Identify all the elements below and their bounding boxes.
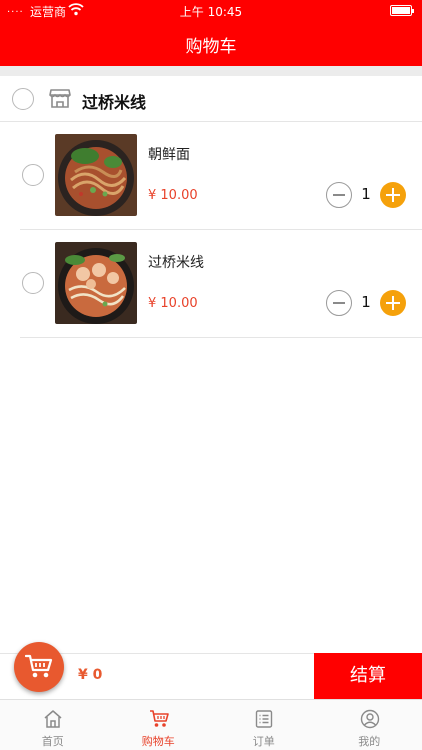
section-divider [0,66,422,76]
cart-item: 过桥米线 ¥ 10.00 1 [0,230,422,338]
item-name: 朝鲜面 [148,147,190,163]
tab-label: 订单 [252,735,275,748]
tab-mine[interactable]: 我的 [317,700,422,750]
tab-cart[interactable]: 购物车 [106,700,212,750]
total-price: ¥ 0 [78,667,103,683]
home-icon [44,710,62,728]
tab-label: 购物车 [141,735,175,748]
battery-icon [390,5,414,16]
item-quantity: 1 [361,293,371,311]
product-image [55,134,137,216]
cart-item: 朝鲜面 ¥ 10.00 1 [0,122,422,230]
decrease-quantity-button[interactable] [326,182,352,208]
cart-float-button[interactable] [14,642,64,692]
item-name: 过桥米线 [148,255,204,271]
cart-icon [149,710,169,727]
increase-quantity-button[interactable] [380,182,406,208]
header: .... 运营商 上午 10:45 购物车 [0,0,422,66]
tab-label: 我的 [358,735,381,748]
item-price: ¥ 10.00 [148,296,198,311]
user-icon [360,709,379,729]
shop-row: 过桥米线 [0,76,422,122]
decrease-quantity-button[interactable] [326,290,352,316]
tab-home[interactable]: 首页 [0,700,106,750]
cart-icon [25,654,53,678]
item-select-radio[interactable] [22,164,44,186]
increase-quantity-button[interactable] [380,290,406,316]
shop-icon [49,89,71,108]
settle-button[interactable]: 结算 [314,653,422,699]
item-select-radio[interactable] [22,272,44,294]
tab-orders[interactable]: 订单 [211,700,317,750]
item-price: ¥ 10.00 [148,188,198,203]
product-image [55,242,137,324]
list-icon [255,710,273,728]
tab-bar: 首页 购物车 订单 我的 [0,699,422,750]
status-bar: .... 运营商 上午 10:45 [0,0,422,22]
row-divider [20,337,422,338]
item-quantity: 1 [361,185,371,203]
status-time: 上午 10:45 [179,5,243,19]
shop-select-radio[interactable] [12,88,34,110]
page-title: 购物车 [185,37,237,57]
shop-name: 过桥米线 [82,93,147,112]
tab-label: 首页 [41,735,64,748]
